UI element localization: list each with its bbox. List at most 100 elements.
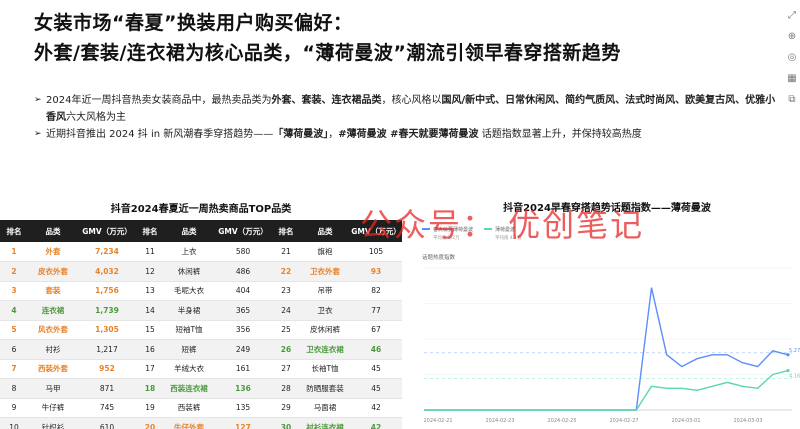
rank-cell: 7 bbox=[0, 359, 28, 379]
column-header: GMV（万元） bbox=[78, 220, 136, 242]
category-cell: 旗袍 bbox=[300, 242, 350, 262]
gmv-cell: 46 bbox=[350, 339, 402, 360]
gmv-cell: 136 bbox=[214, 378, 272, 399]
table-row: 7 西装外套 952 17 羊绒大衣 161 27 长袖T恤 45 bbox=[0, 359, 402, 379]
gmv-cell: 1,305 bbox=[78, 320, 136, 340]
bullet-fragment: ，核心风格以 bbox=[381, 95, 442, 106]
expand-icon[interactable]: ⤢ bbox=[788, 10, 796, 21]
table-row: 8 马甲 871 18 西装连衣裙 136 28 防晒服套装 45 bbox=[0, 378, 402, 399]
bullet-highlight: 外套、套装、连衣裙品类 bbox=[271, 95, 382, 106]
x-tick-label: 2024-03-03 bbox=[733, 418, 762, 424]
gmv-cell: 871 bbox=[78, 378, 136, 399]
x-tick-label: 2024-02-27 bbox=[609, 418, 638, 424]
category-cell: 短袖T恤 bbox=[164, 320, 214, 340]
rank-cell: 17 bbox=[136, 359, 164, 379]
gmv-cell: 4,032 bbox=[78, 261, 136, 282]
category-cell: 连衣裙 bbox=[28, 300, 78, 321]
gmv-cell: 93 bbox=[350, 261, 402, 282]
series-line-mint-mambo bbox=[424, 369, 789, 411]
gmv-cell: 365 bbox=[214, 300, 272, 321]
bullet-fragment: ， bbox=[328, 129, 339, 140]
rank-cell: 8 bbox=[0, 378, 28, 399]
gmv-cell: 135 bbox=[214, 398, 272, 418]
gmv-cell: 45 bbox=[350, 378, 402, 399]
bullet-text: 2024年近一周抖音热卖女装商品中，最热卖品类为外套、套装、连衣裙品类，核心风格… bbox=[46, 92, 779, 126]
column-header: GMV（万元） bbox=[214, 220, 272, 242]
category-cell: 短裤 bbox=[164, 339, 214, 360]
table-row: 6 衬衫 1,217 16 短裤 249 26 卫衣连衣裙 46 bbox=[0, 339, 402, 360]
topic-index-line-chart: 春天就要薄荷曼波平均值 5.2万薄荷曼波平均值 4.1万话题热度指数2024-0… bbox=[422, 226, 800, 424]
rank-cell: 6 bbox=[0, 339, 28, 360]
table-row: 1 外套 7,234 11 上衣 580 21 旗袍 105 bbox=[0, 242, 402, 262]
category-cell: 风衣外套 bbox=[28, 320, 78, 340]
table-row: 10 针织衫 610 20 牛仔外套 127 30 衬衫连衣裙 42 bbox=[0, 417, 402, 429]
rank-cell: 12 bbox=[136, 261, 164, 282]
summary-bullet: ➢ 近期抖音推出 2024 抖 in 新风潮春季穿搭趋势——「薄荷曼波」，#薄荷曼… bbox=[34, 126, 779, 143]
rank-cell: 13 bbox=[136, 281, 164, 301]
rank-cell: 27 bbox=[272, 359, 300, 379]
page-heading: 女装市场“春夏”换装用户购买偏好： 外套/套装/连衣裙为核心品类，“薄荷曼波”潮… bbox=[34, 8, 794, 68]
series-end-label: 5.27 bbox=[789, 348, 800, 354]
category-cell: 西装外套 bbox=[28, 359, 78, 379]
copy-icon[interactable]: ⧉ bbox=[788, 94, 795, 105]
bullet-highlight: #薄荷曼波 #春天就要薄荷曼波 bbox=[338, 129, 479, 140]
rank-cell: 19 bbox=[136, 398, 164, 418]
y-axis-label: 话题热度指数 bbox=[422, 253, 456, 261]
rank-cell: 2 bbox=[0, 261, 28, 282]
top-categories-table-panel: 抖音2024春夏近一周热卖商品TOP品类 排名 品类 GMV（万元） 排名 品类 GMV（… bbox=[0, 200, 402, 429]
rank-cell: 10 bbox=[0, 417, 28, 429]
rank-cell: 11 bbox=[136, 242, 164, 262]
x-tick-label: 2024-03-01 bbox=[671, 418, 700, 424]
add-icon[interactable]: ⊕ bbox=[788, 31, 796, 42]
column-header: 品类 bbox=[300, 220, 350, 242]
category-cell: 西装连衣裙 bbox=[164, 378, 214, 399]
category-cell: 衬衫 bbox=[28, 339, 78, 360]
summary-bullets: ➢ 2024年近一周抖音热卖女装商品中，最热卖品类为外套、套装、连衣裙品类，核心风… bbox=[34, 92, 779, 143]
gmv-cell: 404 bbox=[214, 281, 272, 301]
category-cell: 牛仔裤 bbox=[28, 398, 78, 418]
circle-icon[interactable]: ◎ bbox=[788, 52, 797, 63]
series-end-point bbox=[786, 368, 790, 373]
gmv-cell: 45 bbox=[350, 359, 402, 379]
rank-cell: 22 bbox=[272, 261, 300, 282]
gmv-cell: 745 bbox=[78, 398, 136, 418]
gmv-cell: 42 bbox=[350, 417, 402, 429]
gmv-cell: 249 bbox=[214, 339, 272, 360]
x-tick-label: 2024-02-25 bbox=[547, 418, 576, 424]
rank-cell: 28 bbox=[272, 378, 300, 399]
side-toolbar: ⤢ ⊕ ◎ ▦ ⧉ bbox=[784, 10, 800, 105]
gmv-cell: 952 bbox=[78, 359, 136, 379]
category-cell: 毛呢大衣 bbox=[164, 281, 214, 301]
category-cell: 衬衫连衣裙 bbox=[300, 417, 350, 429]
category-cell: 针织衫 bbox=[28, 417, 78, 429]
grid-icon[interactable]: ▦ bbox=[787, 73, 796, 84]
gmv-cell: 486 bbox=[214, 261, 272, 282]
page-title-line-1: 女装市场“春夏”换装用户购买偏好： bbox=[34, 12, 353, 34]
category-cell: 半身裙 bbox=[164, 300, 214, 321]
category-cell: 上衣 bbox=[164, 242, 214, 262]
column-header: 排名 bbox=[136, 220, 164, 242]
watermark-text: 公众号： 优创笔记 bbox=[360, 206, 645, 244]
category-cell: 西装裤 bbox=[164, 398, 214, 418]
bullet-text: 近期抖音推出 2024 抖 in 新风潮春季穿搭趋势——「薄荷曼波」，#薄荷曼波… bbox=[46, 126, 642, 143]
category-cell: 皮衣外套 bbox=[28, 261, 78, 282]
rank-cell: 1 bbox=[0, 242, 28, 262]
gmv-cell: 7,234 bbox=[78, 242, 136, 262]
category-cell: 马甲 bbox=[28, 378, 78, 399]
bullet-fragment: 话题指数显著上升，并保持较高热度 bbox=[478, 129, 642, 140]
rank-cell: 21 bbox=[272, 242, 300, 262]
category-cell: 长袖T恤 bbox=[300, 359, 350, 379]
gmv-cell: 127 bbox=[214, 417, 272, 429]
category-cell: 吊带 bbox=[300, 281, 350, 301]
rank-cell: 20 bbox=[136, 417, 164, 429]
gmv-cell: 610 bbox=[78, 417, 136, 429]
category-cell: 羊绒大衣 bbox=[164, 359, 214, 379]
bullet-fragment: 近期抖音推出 2024 抖 in 新风潮春季穿搭趋势—— bbox=[46, 129, 274, 140]
gmv-cell: 1,217 bbox=[78, 339, 136, 360]
table-title: 抖音2024春夏近一周热卖商品TOP品类 bbox=[110, 204, 292, 215]
bullet-highlight: 「薄荷曼波」 bbox=[273, 129, 329, 140]
rank-cell: 23 bbox=[272, 281, 300, 301]
bullet-arrow-icon: ➢ bbox=[34, 129, 42, 139]
rank-cell: 16 bbox=[136, 339, 164, 360]
table-row: 2 皮衣外套 4,032 12 休闲裤 486 22 卫衣外套 93 bbox=[0, 261, 402, 282]
